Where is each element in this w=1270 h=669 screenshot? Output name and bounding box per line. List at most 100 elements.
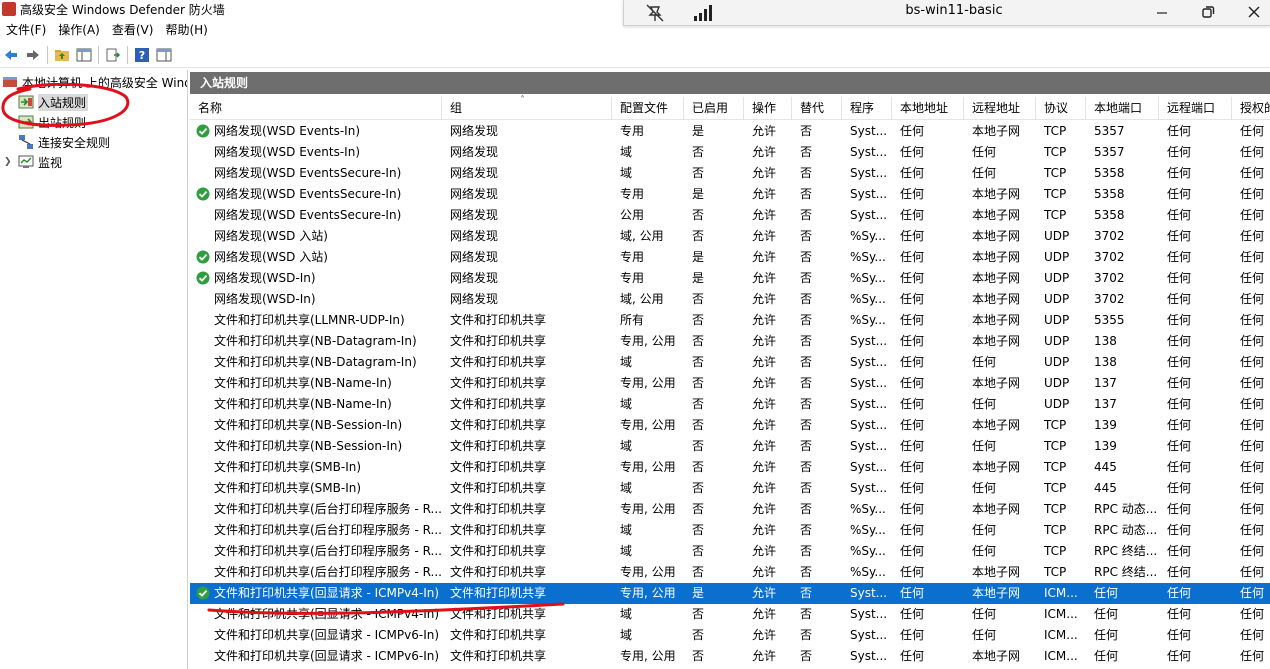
cell-protocol: UDP [1044, 229, 1070, 243]
cell-name: 网络发现(WSD 入站) [214, 250, 328, 264]
menu-action[interactable]: 操作(A) [52, 20, 106, 40]
tree-root[interactable]: 本地计算机 上的高级安全 Windows Defender 防火墙 [2, 72, 187, 92]
table-row[interactable]: 网络发现(WSD EventsSecure-In) 网络发现 域 否 允许 否 Syst..… [190, 163, 1270, 184]
sort-ascending-icon: ˄ [520, 95, 525, 106]
show-hide-console-tree-button[interactable] [74, 45, 94, 65]
cell-enabled: 否 [692, 355, 705, 369]
show-hide-action-pane-button[interactable] [154, 45, 174, 65]
table-row[interactable]: 网络发现(WSD Events-In) 网络发现 专用 是 允许 否 Syst... 任何 本地… [190, 121, 1270, 142]
column-header-enabled[interactable]: 已启用 [684, 97, 744, 120]
menu-view[interactable]: 查看(V) [106, 20, 160, 40]
cell-remote-port: 任何 [1167, 481, 1192, 495]
cell-remote-port: 任何 [1167, 292, 1192, 306]
column-header-remote-port[interactable]: 远程端口 [1159, 97, 1232, 120]
cell-action: 允许 [752, 229, 777, 243]
forward-arrow-icon [27, 49, 39, 60]
table-row[interactable]: 文件和打印机共享(LLMNR-UDP-In) 文件和打印机共享 所有 否 允许 否 %Sy.… [190, 310, 1270, 331]
table-row[interactable]: 文件和打印机共享(后台打印程序服务 - R... 文件和打印机共享 域 否 允许 否 %Sy… [190, 520, 1270, 541]
export-icon [106, 48, 121, 61]
table-row[interactable]: 文件和打印机共享(NB-Name-In) 文件和打印机共享 域 否 允许 否 Syst...… [190, 394, 1270, 415]
tree-item-connection-security-rules[interactable]: 连接安全规则 [18, 132, 110, 152]
cell-remote-address: 任何 [972, 523, 997, 537]
table-row[interactable]: 文件和打印机共享(回显请求 - ICMPv6-In) 文件和打印机共享 专用, 公用… [190, 646, 1270, 667]
column-header-program[interactable]: 程序 [842, 97, 892, 120]
help-button[interactable]: ? [132, 45, 152, 65]
column-header-override[interactable]: 替代 [792, 97, 842, 120]
table-row[interactable]: 文件和打印机共享(回显请求 - ICMPv4-In) 文件和打印机共享 专用, 公用… [190, 583, 1270, 604]
export-list-button[interactable] [103, 45, 123, 65]
connection-signal-icon[interactable] [692, 4, 716, 22]
table-row[interactable]: 文件和打印机共享(NB-Datagram-In) 文件和打印机共享 专用, 公用 否 允… [190, 331, 1270, 352]
cell-remote-address: 任何 [972, 145, 997, 159]
table-row[interactable]: 网络发现(WSD Events-In) 网络发现 域 否 允许 否 Syst... 任何 任何 T… [190, 142, 1270, 163]
column-header-authorized[interactable]: 授权的 [1232, 97, 1270, 120]
cell-remote-port: 任何 [1167, 145, 1192, 159]
table-row[interactable]: 文件和打印机共享(后台打印程序服务 - R... 文件和打印机共享 专用, 公用 否 允… [190, 562, 1270, 583]
table-row[interactable]: 文件和打印机共享(NB-Session-In) 文件和打印机共享 域 否 允许 否 Syst… [190, 436, 1270, 457]
tree-label-inbound-rules: 入站规则 [38, 93, 89, 111]
table-row[interactable]: 文件和打印机共享(SMB-In) 文件和打印机共享 域 否 允许 否 Syst... 任何 任何… [190, 478, 1270, 499]
table-row[interactable]: 文件和打印机共享(后台打印程序服务 - R... 文件和打印机共享 域 否 允许 否 %Sy… [190, 541, 1270, 562]
cell-profile: 专用 [620, 271, 645, 285]
cell-local-address: 任何 [900, 460, 925, 474]
table-row[interactable]: 文件和打印机共享(后台打印程序服务 - R... 文件和打印机共享 专用, 公用 否 允… [190, 499, 1270, 520]
column-header-protocol[interactable]: 协议 [1036, 97, 1086, 120]
cell-local-address: 任何 [900, 502, 925, 516]
cell-local-port: 138 [1094, 355, 1117, 369]
menu-help[interactable]: 帮助(H) [159, 20, 213, 40]
table-row[interactable]: 网络发现(WSD-In) 网络发现 专用 是 允许 否 %Sy... 任何 本地子网 UDP 370… [190, 268, 1270, 289]
cell-remote-address: 本地子网 [972, 502, 1021, 516]
column-header-action[interactable]: 操作 [744, 97, 792, 120]
table-row[interactable]: 网络发现(WSD EventsSecure-In) 网络发现 公用 否 允许 否 Syst.… [190, 205, 1270, 226]
minimize-icon[interactable] [1152, 2, 1172, 22]
column-header-local-address[interactable]: 本地地址 [892, 97, 964, 120]
cell-program: %Sy... [850, 229, 886, 243]
up-folder-button[interactable] [52, 45, 72, 65]
cell-local-address: 任何 [900, 187, 925, 201]
cell-name: 网络发现(WSD-In) [214, 292, 316, 306]
cell-authorized: 任何 [1240, 292, 1265, 306]
table-row[interactable]: 网络发现(WSD EventsSecure-In) 网络发现 专用 是 允许 否 Syst.… [190, 184, 1270, 205]
cell-program: Syst... [850, 334, 888, 348]
cell-override: 否 [800, 460, 813, 474]
table-row[interactable]: 文件和打印机共享(NB-Session-In) 文件和打印机共享 专用, 公用 否 允许… [190, 415, 1270, 436]
table-row[interactable]: 网络发现(WSD 入站) 网络发现 专用 是 允许 否 %Sy... 任何 本地子网 UDP 370… [190, 247, 1270, 268]
close-icon[interactable] [1244, 2, 1264, 22]
tree-item-outbound-rules[interactable]: 出站规则 [18, 112, 86, 132]
cell-remote-address: 任何 [972, 355, 997, 369]
restore-icon[interactable] [1198, 2, 1218, 22]
cell-remote-port: 任何 [1167, 586, 1192, 600]
tree-item-monitoring[interactable]: ❯ 监视 [4, 152, 62, 172]
table-row[interactable]: 网络发现(WSD 入站) 网络发现 域, 公用 否 允许 否 %Sy... 任何 本地子网 UDP… [190, 226, 1270, 247]
back-button[interactable] [1, 45, 21, 65]
forward-button[interactable] [23, 45, 43, 65]
cell-program: Syst... [850, 418, 888, 432]
table-row[interactable]: 文件和打印机共享(NB-Name-In) 文件和打印机共享 专用, 公用 否 允许 否 Sy… [190, 373, 1270, 394]
column-header-group[interactable]: 组 [442, 97, 612, 120]
table-row[interactable]: 文件和打印机共享(NB-Datagram-In) 文件和打印机共享 域 否 允许 否 Sys… [190, 352, 1270, 373]
cell-action: 允许 [752, 586, 777, 600]
expand-arrow-icon[interactable]: ❯ [4, 157, 14, 167]
cell-protocol: UDP [1044, 397, 1070, 411]
toolbar-separator [98, 45, 99, 64]
table-row[interactable]: 文件和打印机共享(SMB-In) 文件和打印机共享 专用, 公用 否 允许 否 Syst..… [190, 457, 1270, 478]
cell-local-address: 任何 [900, 334, 925, 348]
cell-group: 网络发现 [450, 124, 499, 138]
cell-override: 否 [800, 229, 813, 243]
column-header-name[interactable]: 名称 [190, 97, 442, 120]
tree-item-inbound-rules[interactable]: 入站规则 [18, 92, 89, 112]
table-row[interactable]: 网络发现(WSD-In) 网络发现 域, 公用 否 允许 否 %Sy... 任何 本地子网 UDP… [190, 289, 1270, 310]
table-row[interactable]: 文件和打印机共享(回显请求 - ICMPv4-In) 文件和打印机共享 域 否 允许 否 S… [190, 604, 1270, 625]
column-header-profile[interactable]: 配置文件 [612, 97, 684, 120]
unpin-icon[interactable] [644, 3, 666, 23]
column-header-remote-address[interactable]: 远程地址 [964, 97, 1036, 120]
cell-action: 允许 [752, 502, 777, 516]
action-pane-icon [156, 48, 172, 61]
cell-name: 网络发现(WSD EventsSecure-In) [214, 187, 402, 201]
cell-remote-port: 任何 [1167, 523, 1192, 537]
cell-override: 否 [800, 208, 813, 222]
menu-file[interactable]: 文件(F) [0, 20, 52, 40]
column-header-local-port[interactable]: 本地端口 [1086, 97, 1159, 120]
table-row[interactable]: 文件和打印机共享(回显请求 - ICMPv6-In) 文件和打印机共享 域 否 允许 否 S… [190, 625, 1270, 646]
help-icon: ? [135, 47, 149, 62]
